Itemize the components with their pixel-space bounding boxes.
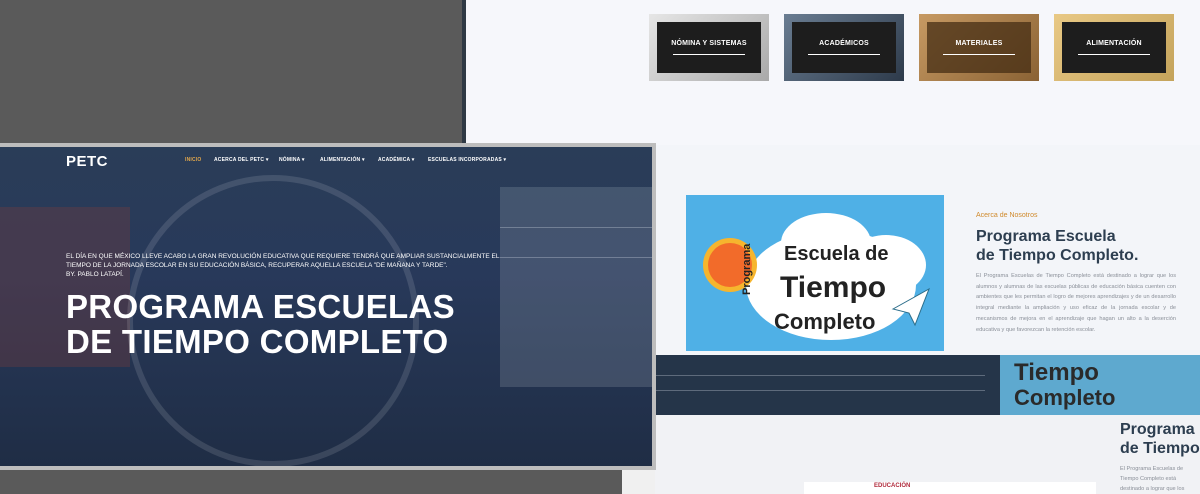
railing — [500, 257, 652, 258]
hero-section: PETC INICIO ACERCA DEL PETC ▾ NÓMINA ▾ A… — [0, 147, 652, 466]
divider — [672, 54, 746, 55]
railing — [655, 375, 985, 376]
nav-alimentacion[interactable]: ALIMENTACIÓN ▾ — [320, 157, 365, 163]
category-card-alimentacion[interactable]: ALIMENTACIÓN — [1054, 14, 1174, 81]
divider — [807, 54, 881, 55]
card-label-box: MATERIALES — [927, 22, 1031, 73]
nav-escuelas[interactable]: ESCUELAS INCORPORADAS ▾ — [428, 157, 506, 163]
nav-academica[interactable]: ACADÉMICA ▾ — [378, 157, 414, 163]
divider — [1077, 54, 1151, 55]
category-card-nomina[interactable]: NÓMINA Y SISTEMAS — [649, 14, 769, 81]
card-label-box: ACADÉMICOS — [792, 22, 896, 73]
page-edge — [622, 470, 655, 494]
site-logo[interactable]: PETC — [66, 153, 108, 170]
educacion-logo: EDUCACIÓN — [874, 483, 911, 489]
nav-nomina[interactable]: NÓMINA ▾ — [279, 157, 305, 163]
card-label-box: NÓMINA Y SISTEMAS — [657, 22, 761, 73]
nav-inicio[interactable]: INICIO — [185, 157, 201, 163]
banner-word-programa: Programa — [741, 243, 753, 295]
about-body: El Programa Escuelas de Tiempo Completo … — [1120, 466, 1185, 492]
category-label: MATERIALES — [955, 40, 1003, 47]
hero-quote: EL DÍA EN QUE MÉXICO LLEVE ACABO LA GRAN… — [66, 253, 500, 278]
banner-word-escuela: Escuela de — [784, 243, 889, 265]
school-railing — [500, 187, 652, 387]
divider — [942, 54, 1016, 55]
hero-title: PROGRAMA ESCUELAS DE TIEMPO COMPLETO — [66, 288, 455, 360]
partner-logos: EDUCACIÓN — [804, 482, 1096, 494]
hero-screenshot: PETC INICIO ACERCA DEL PETC ▾ NÓMINA ▾ A… — [0, 143, 656, 470]
category-label: NÓMINA Y SISTEMAS — [671, 40, 747, 47]
about-eyebrow: Acerca de Nosotros — [976, 212, 1038, 219]
about-title: Programa Escuela de Tiempo Completo. — [976, 228, 1139, 264]
railing — [500, 227, 652, 228]
railing — [655, 390, 985, 391]
card-label-box: ALIMENTACIÓN — [1062, 22, 1166, 73]
category-card-materiales[interactable]: MATERIALES — [919, 14, 1039, 81]
category-label: ACADÉMICOS — [819, 40, 869, 47]
banner-word-tiempo: Tiempo — [780, 271, 887, 304]
program-banner-image: Programa Escuela de Tiempo Completo — [686, 195, 944, 351]
nav-acerca[interactable]: ACERCA DEL PETC ▾ — [214, 157, 269, 163]
main-navbar: PETC INICIO ACERCA DEL PETC ▾ NÓMINA ▾ A… — [0, 147, 652, 173]
banner-fragment: Tiempo Completo — [1000, 355, 1200, 415]
banner-fragment-text: Tiempo — [1014, 359, 1099, 386]
category-card-academicos[interactable]: ACADÉMICOS — [784, 14, 904, 81]
about-title: Programa de Tiempo — [1120, 421, 1200, 457]
about-body: El Programa Escuelas de Tiempo Completo … — [976, 273, 1176, 333]
category-label: ALIMENTACIÓN — [1086, 40, 1142, 47]
banner-fragment-text: Completo — [1014, 385, 1116, 410]
paper-plane-icon — [891, 287, 930, 327]
banner-word-completo: Completo — [774, 309, 876, 334]
